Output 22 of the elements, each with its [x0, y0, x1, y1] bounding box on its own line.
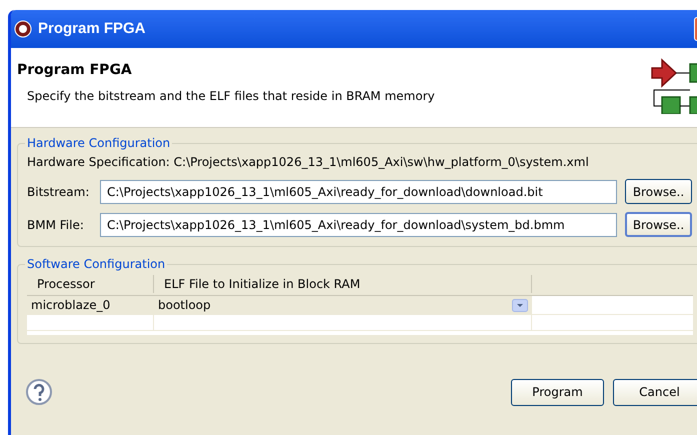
help-icon[interactable]: [25, 378, 53, 406]
app-logo-icon: [14, 20, 32, 38]
path-field[interactable]: C:\Projects\xapp1026_13_1\ml605_Axi\ready_for_download\download.bit: [100, 180, 617, 204]
table-row[interactable]: microblaze_0 bootloop: [27, 295, 693, 314]
dialog-button[interactable]: Program: [511, 378, 604, 406]
group-title: Hardware Configuration: [26, 135, 172, 152]
dialog-button[interactable]: Cancel: [613, 378, 697, 406]
table-cell-text: microblaze_0: [30, 297, 112, 314]
elf-dropdown[interactable]: bootloop: [154, 296, 532, 314]
hardware-specification: Hardware Specification: C:\Projects\xapp1026_13_1\ml605_Axi\sw\hw_platform_0\system.xml: [27, 154, 590, 171]
field-label: BMM File:: [27, 216, 85, 234]
column-header: Processor: [27, 275, 154, 293]
browse-button[interactable]: Browse..: [625, 212, 692, 237]
group-title: Software Configuration: [26, 256, 166, 273]
browse-button[interactable]: Browse..: [625, 179, 692, 204]
dropdown-icon: [512, 298, 528, 312]
page-description: Specify the bitstream and the ELF files that reside in BRAM memory: [27, 88, 436, 105]
field-label: Bitstream:: [27, 184, 90, 200]
window-title: Program FPGA: [38, 18, 146, 39]
path-field[interactable]: C:\Projects\xapp1026_13_1\ml605_Axi\ready_for_download\system_bd.bmm: [100, 212, 617, 236]
column-header: ELF File to Initialize in Block RAM: [154, 275, 532, 293]
page-title: Program FPGA: [17, 61, 133, 80]
